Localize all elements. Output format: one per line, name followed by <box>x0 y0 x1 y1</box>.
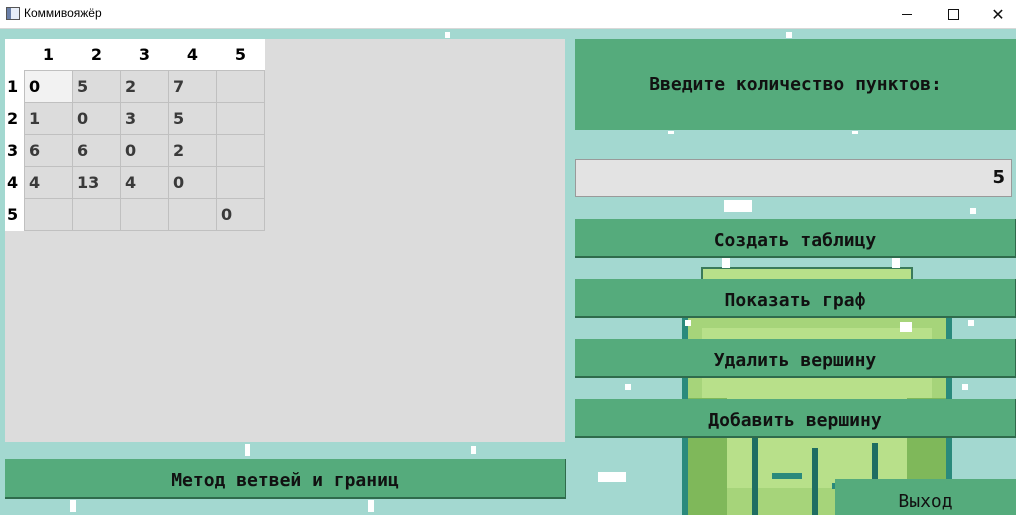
table-cell[interactable]: 0 <box>24 70 73 103</box>
minimize-button[interactable] <box>884 0 930 28</box>
sparkle-pixel <box>962 384 968 390</box>
maximize-button[interactable] <box>930 0 976 28</box>
table-cell[interactable]: 5 <box>72 70 121 103</box>
table-cell[interactable]: 4 <box>120 166 169 199</box>
point-count-input[interactable]: 5 <box>575 159 1012 197</box>
sparkle-pixel <box>445 32 450 38</box>
column-header: 4 <box>168 39 217 71</box>
column-header: 2 <box>72 39 121 71</box>
create-table-button[interactable]: Создать таблицу <box>575 219 1016 258</box>
sparkle-pixel <box>70 500 76 512</box>
table-cell[interactable]: 13 <box>72 166 121 199</box>
title-bar: Коммивояжёр ✕ <box>0 0 1016 29</box>
row-header: 3 <box>5 134 25 167</box>
sparkle-pixel <box>625 384 631 390</box>
table-cell[interactable] <box>120 198 169 231</box>
sparkle-pixel <box>668 131 674 134</box>
table-cell[interactable]: 6 <box>72 134 121 167</box>
sparkle-pixel <box>598 472 626 482</box>
sparkle-pixel <box>968 320 974 326</box>
add-vertex-button[interactable]: Добавить вершину <box>575 399 1016 438</box>
table-cell[interactable] <box>216 166 265 199</box>
sparkle-pixel <box>852 131 858 134</box>
sparkle-pixel <box>368 500 374 512</box>
table-cell[interactable] <box>168 198 217 231</box>
table-cell[interactable]: 0 <box>120 134 169 167</box>
row-header: 2 <box>5 102 25 135</box>
table-cell[interactable]: 0 <box>216 198 265 231</box>
sparkle-pixel <box>724 200 752 212</box>
table-cell[interactable] <box>24 198 73 231</box>
sparkle-pixel <box>471 446 476 454</box>
table-cell[interactable]: 1 <box>24 102 73 135</box>
table-cell[interactable] <box>216 102 265 135</box>
table-cell[interactable]: 4 <box>24 166 73 199</box>
sparkle-pixel <box>786 32 792 38</box>
minimize-icon <box>902 13 912 15</box>
table-cell[interactable]: 7 <box>168 70 217 103</box>
row-header: 5 <box>5 198 25 231</box>
table-header-row: 1 2 3 4 5 <box>5 39 265 71</box>
sparkle-pixel <box>900 322 912 332</box>
table-cell[interactable]: 5 <box>168 102 217 135</box>
window-title: Коммивояжёр <box>24 6 102 20</box>
row-header: 1 <box>5 70 25 103</box>
table-cell[interactable] <box>216 134 265 167</box>
table-cell[interactable]: 6 <box>24 134 73 167</box>
sparkle-pixel <box>970 208 976 214</box>
table-row: 3 6 6 0 2 <box>5 134 265 167</box>
column-header: 3 <box>120 39 169 71</box>
table-row: 2 1 0 3 5 <box>5 102 265 135</box>
table-cell[interactable]: 2 <box>120 70 169 103</box>
table-row: 4 4 13 4 0 <box>5 166 265 199</box>
exit-button[interactable]: Выход <box>835 479 1016 515</box>
table-corner <box>5 39 25 71</box>
sparkle-pixel <box>685 320 691 326</box>
column-header: 1 <box>24 39 73 71</box>
table-cell[interactable]: 3 <box>120 102 169 135</box>
table-cell[interactable] <box>72 198 121 231</box>
table-cell[interactable] <box>216 70 265 103</box>
table-row: 1 0 5 2 7 <box>5 70 265 103</box>
table-cell[interactable]: 0 <box>72 102 121 135</box>
table-row: 5 0 <box>5 198 265 231</box>
distance-table-panel: 1 2 3 4 5 1 0 5 2 7 2 1 0 3 5 3 6 6 0 2 <box>5 39 565 442</box>
maximize-icon <box>947 8 959 20</box>
branch-and-bound-button[interactable]: Метод ветвей и границ <box>5 459 566 499</box>
table-cell[interactable]: 0 <box>168 166 217 199</box>
row-header: 4 <box>5 166 25 199</box>
close-button[interactable]: ✕ <box>975 0 1016 28</box>
distance-table: 1 2 3 4 5 1 0 5 2 7 2 1 0 3 5 3 6 6 0 2 <box>5 39 265 231</box>
delete-vertex-button[interactable]: Удалить вершину <box>575 339 1016 378</box>
show-graph-button[interactable]: Показать граф <box>575 279 1016 318</box>
point-count-prompt: Введите количество пунктов: <box>575 39 1016 130</box>
column-header: 5 <box>216 39 265 71</box>
close-icon: ✕ <box>991 4 1005 24</box>
sparkle-pixel <box>245 444 250 456</box>
table-cell[interactable]: 2 <box>168 134 217 167</box>
app-icon <box>6 7 20 20</box>
